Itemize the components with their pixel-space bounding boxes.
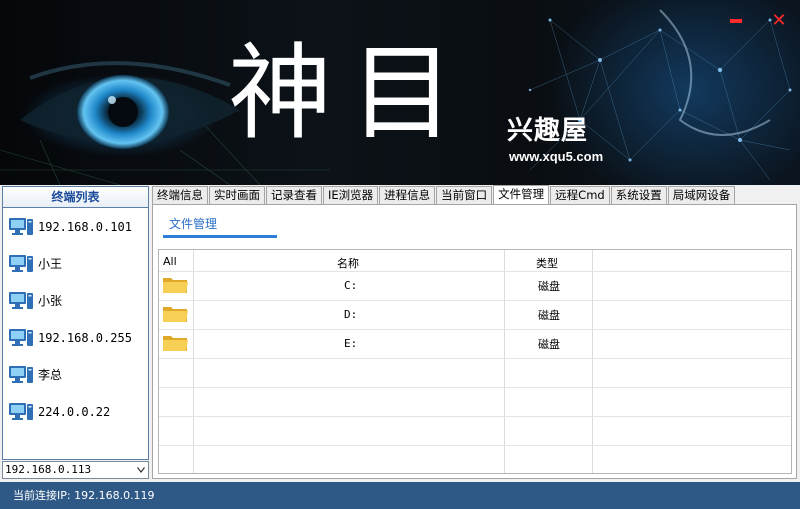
file-type: 磁盘 xyxy=(538,338,560,351)
row-divider xyxy=(159,358,791,359)
close-button[interactable]: ✕ xyxy=(770,12,788,30)
header-banner: 神目 兴趣屋 www.xqu5.com ✕ xyxy=(0,0,800,185)
minimize-icon xyxy=(730,19,742,23)
column-header-type[interactable]: 类型 xyxy=(536,255,558,271)
terminal-list-header: 终端列表 xyxy=(3,187,148,208)
row-divider xyxy=(159,445,791,446)
ip-select-dropdown[interactable]: 192.168.0.113 xyxy=(2,461,149,479)
connection-status: 当前连接IP: 192.168.0.119 xyxy=(13,489,155,502)
tab-lan-devices[interactable]: 局域网设备 xyxy=(667,186,736,204)
tab-live-screen[interactable]: 实时画面 xyxy=(209,186,265,204)
subtab-file-manager[interactable]: 文件管理 xyxy=(169,215,217,232)
file-manager-panel: 文件管理 All 名称 类型 C: 磁盘 D: 磁盘 E: 磁盘 xyxy=(152,204,797,479)
folder-icon xyxy=(163,307,188,322)
computer-icon xyxy=(9,254,33,272)
tab-terminal-info[interactable]: 终端信息 xyxy=(152,186,208,204)
selected-ip: 192.168.0.113 xyxy=(5,463,92,476)
terminal-label: 李总 xyxy=(38,368,63,382)
tab-system-settings[interactable]: 系统设置 xyxy=(610,186,667,204)
terminal-item[interactable]: 小王 xyxy=(3,245,148,282)
file-type: 磁盘 xyxy=(538,309,560,322)
file-row[interactable]: C: 磁盘 xyxy=(159,271,791,300)
column-header-name[interactable]: 名称 xyxy=(337,255,359,271)
computer-icon xyxy=(9,365,33,383)
terminal-label: 192.168.0.255 xyxy=(38,330,132,345)
terminal-list: 192.168.0.101 小王 小张 192.168.0.255 李总 224… xyxy=(3,208,148,430)
terminal-label: 192.168.0.101 xyxy=(38,219,132,234)
tab-current-window[interactable]: 当前窗口 xyxy=(436,186,493,204)
subtab-underline xyxy=(163,235,277,238)
tab-process-info[interactable]: 进程信息 xyxy=(379,186,436,204)
tab-remote-cmd[interactable]: 远程Cmd xyxy=(550,186,610,204)
tab-ie-browser[interactable]: IE浏览器 xyxy=(323,186,379,204)
computer-icon xyxy=(9,402,33,420)
file-name: D: xyxy=(344,308,358,321)
row-divider xyxy=(159,416,791,417)
tab-file-manager[interactable]: 文件管理 xyxy=(493,185,550,204)
main-tabs: 终端信息 实时画面 记录查看 IE浏览器 进程信息 当前窗口 文件管理 远程Cm… xyxy=(152,185,736,204)
row-divider xyxy=(159,387,791,388)
terminal-item[interactable]: 192.168.0.101 xyxy=(3,208,148,245)
file-table: All 名称 类型 C: 磁盘 D: 磁盘 E: 磁盘 xyxy=(158,249,792,474)
column-header-all[interactable]: All xyxy=(163,255,177,268)
minimize-button[interactable] xyxy=(727,12,745,30)
app-title: 神目 xyxy=(228,32,473,154)
brand-logo: 兴趣屋 xyxy=(507,116,589,146)
chevron-down-icon xyxy=(137,467,145,473)
terminal-item[interactable]: 224.0.0.22 xyxy=(3,393,148,430)
terminal-item[interactable]: 192.168.0.255 xyxy=(3,319,148,356)
computer-icon xyxy=(9,217,33,235)
close-icon: ✕ xyxy=(771,10,787,31)
folder-icon xyxy=(163,336,188,351)
terminal-label: 小张 xyxy=(38,294,63,308)
file-row[interactable]: D: 磁盘 xyxy=(159,300,791,329)
folder-icon xyxy=(163,278,188,293)
computer-icon xyxy=(9,328,33,346)
file-type: 磁盘 xyxy=(538,280,560,293)
terminal-item[interactable]: 李总 xyxy=(3,356,148,393)
terminal-label: 224.0.0.22 xyxy=(38,404,111,419)
terminal-item[interactable]: 小张 xyxy=(3,282,148,319)
terminal-label: 小王 xyxy=(38,257,63,271)
tab-records[interactable]: 记录查看 xyxy=(266,186,322,204)
terminal-list-panel: 终端列表 192.168.0.101 小王 小张 192.168.0.255 李… xyxy=(2,186,149,460)
file-row[interactable]: E: 磁盘 xyxy=(159,329,791,358)
status-bar: 当前连接IP: 192.168.0.119 xyxy=(0,482,800,509)
brand-url: www.xqu5.com xyxy=(509,149,604,164)
file-name: E: xyxy=(344,337,358,350)
computer-icon xyxy=(9,291,33,309)
file-name: C: xyxy=(344,279,358,292)
